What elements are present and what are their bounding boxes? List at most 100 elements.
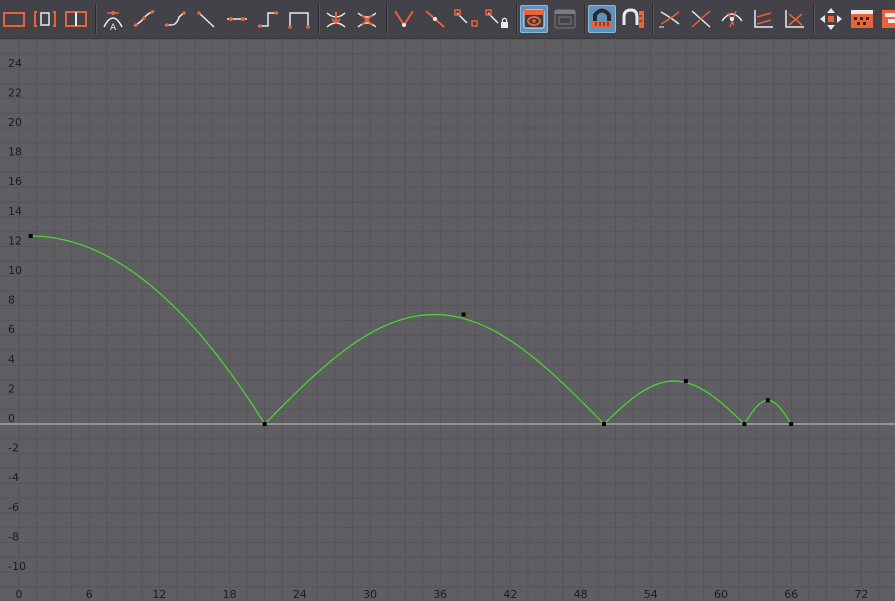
x-tick-label: 48 bbox=[574, 588, 588, 601]
keyframe-point[interactable] bbox=[461, 312, 466, 317]
animation-curve[interactable] bbox=[30, 235, 792, 426]
x-tick-label: 66 bbox=[784, 588, 798, 601]
toolbar-separator bbox=[516, 4, 518, 34]
grid bbox=[0, 38, 895, 601]
denormalize-curves-icon bbox=[691, 10, 711, 28]
denormalize-curves-button[interactable] bbox=[687, 5, 715, 33]
x-tick-label: 42 bbox=[503, 588, 517, 601]
y-tick-label: 2 bbox=[8, 382, 15, 395]
x-tick-label: 30 bbox=[363, 588, 377, 601]
buffer-curve-snapshot-button[interactable] bbox=[322, 5, 350, 33]
load-graph-editor-icon bbox=[554, 9, 576, 29]
toolbar-separator bbox=[652, 4, 654, 34]
clamped-tangent-button[interactable] bbox=[161, 5, 189, 33]
time-snap-icon bbox=[592, 8, 612, 28]
x-tick-label: 6 bbox=[86, 588, 93, 601]
step-tangent-button[interactable] bbox=[254, 5, 282, 33]
linear-tangent-icon bbox=[197, 11, 215, 28]
y-tick-label: 4 bbox=[8, 353, 15, 366]
x-tick-label: 12 bbox=[152, 588, 166, 601]
y-tick-label: -6 bbox=[8, 501, 19, 514]
keyframe-point[interactable] bbox=[765, 398, 770, 403]
swap-buffer-curve-icon bbox=[357, 12, 377, 28]
open-dope-sheet-button[interactable] bbox=[848, 5, 876, 33]
unify-tangents-button[interactable] bbox=[421, 5, 449, 33]
toolbar-separator bbox=[95, 4, 97, 34]
open-trax-editor-button[interactable] bbox=[879, 5, 895, 33]
lock-tangent-weight-button[interactable] bbox=[483, 5, 511, 33]
open-dope-sheet-icon bbox=[851, 10, 873, 28]
y-tick-label: 6 bbox=[8, 323, 15, 336]
frame-all-icon bbox=[3, 12, 25, 27]
keyframes[interactable] bbox=[28, 234, 794, 426]
curve-graph-view[interactable]: 24 22 20 18 16 14 12 10 8 6 4 2 0 -2 -4 -6 -8 -10 0 6 12 18 24… bbox=[0, 38, 895, 601]
auto-load-graph-editor-button[interactable] bbox=[520, 5, 548, 33]
load-graph-editor-button[interactable] bbox=[551, 5, 579, 33]
x-tick-label: 72 bbox=[854, 588, 868, 601]
move-nearest-picked-key-icon bbox=[820, 8, 842, 30]
keyframe-point[interactable] bbox=[602, 422, 606, 426]
frame-all-button[interactable] bbox=[0, 5, 28, 33]
plateau-tangent-icon bbox=[288, 12, 310, 29]
plateau-tangent-button[interactable] bbox=[285, 5, 313, 33]
frame-playback-range-button[interactable] bbox=[62, 5, 90, 33]
y-tick-label: 0 bbox=[8, 412, 15, 425]
frame-selection-button[interactable] bbox=[31, 5, 59, 33]
curve-absolute-view-icon bbox=[785, 10, 804, 28]
time-snap-button[interactable] bbox=[588, 5, 616, 33]
flat-tangent-icon bbox=[227, 17, 247, 21]
value-snap-icon bbox=[622, 8, 644, 28]
frame-playback-range-icon bbox=[65, 11, 87, 27]
free-tangent-weight-icon bbox=[454, 9, 478, 27]
y-tick-label: -4 bbox=[8, 471, 19, 484]
keyframe-point[interactable] bbox=[262, 422, 267, 426]
flat-tangent-button[interactable] bbox=[223, 5, 251, 33]
break-tangents-icon bbox=[394, 10, 414, 27]
y-tick-label: -2 bbox=[8, 442, 19, 455]
buffer-curve-snapshot-icon bbox=[326, 12, 346, 28]
spline-tangent-icon bbox=[133, 10, 155, 27]
free-tangent-weight-button[interactable] bbox=[452, 5, 480, 33]
keyframe-point[interactable] bbox=[683, 379, 688, 384]
x-tick-label: 60 bbox=[714, 588, 728, 601]
normalize-curves-button[interactable] bbox=[656, 5, 684, 33]
spline-tangent-button[interactable] bbox=[130, 5, 158, 33]
y-tick-label: 8 bbox=[8, 294, 15, 307]
keyframe-point[interactable] bbox=[789, 422, 794, 426]
break-tangents-button[interactable] bbox=[390, 5, 418, 33]
curve-stacked-view-button[interactable] bbox=[749, 5, 777, 33]
y-tick-label: -10 bbox=[8, 560, 26, 573]
keyframe-point[interactable] bbox=[28, 234, 33, 239]
y-tick-label: -8 bbox=[8, 530, 19, 543]
curve-graph-canvas[interactable]: 242220181614121086420-2-4-6-8-100 6 12 18 24… bbox=[0, 38, 895, 601]
value-snap-button[interactable] bbox=[619, 5, 647, 33]
x-tick-label: 36 bbox=[433, 588, 447, 601]
unify-tangents-icon bbox=[425, 10, 445, 28]
move-nearest-picked-key-button[interactable] bbox=[817, 5, 845, 33]
curve-absolute-view-button[interactable] bbox=[780, 5, 808, 33]
linear-tangent-button[interactable] bbox=[192, 5, 220, 33]
toolbar-separator bbox=[318, 4, 320, 34]
open-trax-editor-icon bbox=[882, 10, 895, 28]
retime-tool-icon bbox=[721, 10, 743, 28]
y-tick-label: 14 bbox=[8, 205, 22, 218]
axis-labels: 242220181614121086420-2-4-6-8-100 6 12 18 24… bbox=[8, 57, 868, 601]
y-tick-label: 16 bbox=[8, 175, 22, 188]
swap-buffer-curve-button[interactable] bbox=[353, 5, 381, 33]
x-tick-label: 18 bbox=[223, 588, 237, 601]
clamped-tangent-icon bbox=[165, 11, 186, 27]
svg-text:A: A bbox=[110, 23, 117, 33]
x-tick-label: 54 bbox=[644, 588, 658, 601]
y-tick-label: 20 bbox=[8, 116, 22, 129]
y-tick-label: 12 bbox=[8, 234, 22, 247]
auto-tangent-icon: A bbox=[103, 11, 123, 33]
toolbar-separator bbox=[813, 4, 815, 34]
auto-tangent-button[interactable]: A bbox=[99, 5, 127, 33]
graph-editor: A 24 22 20 18 16 14 12 10 8 6 4 2 0 -2 -4 -6 -8 -10 0 6 12 18… bbox=[0, 0, 895, 601]
retime-tool-button[interactable] bbox=[718, 5, 746, 33]
toolbar-separator bbox=[584, 4, 586, 34]
keyframe-point[interactable] bbox=[742, 422, 747, 426]
animation-curves[interactable] bbox=[30, 235, 792, 426]
step-tangent-icon bbox=[258, 11, 278, 28]
x-tick-label: 24 bbox=[293, 588, 307, 601]
